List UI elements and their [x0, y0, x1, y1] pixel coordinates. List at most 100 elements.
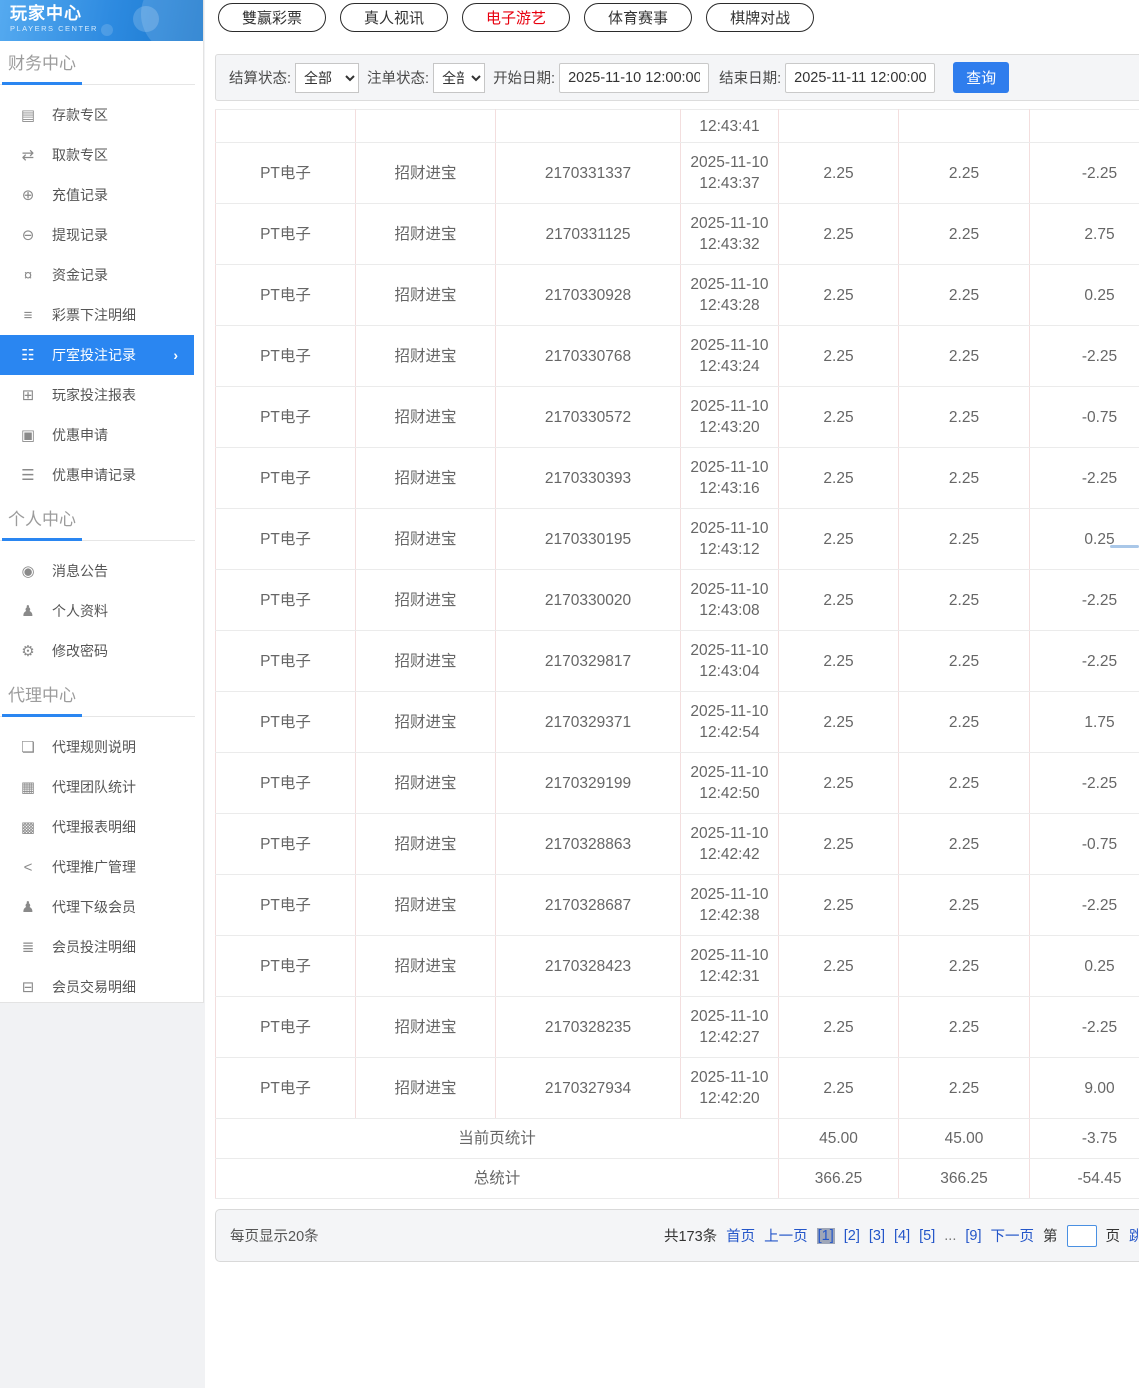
sidebar-item-list: ❏代理规则说明▦ 代理团队统计 ▩代理报表明细<代理推广管理♟代理下级会员≣ 会员投注… — [0, 717, 203, 1009]
pagination-page-link[interactable]: [9] — [965, 1228, 981, 1244]
cell-profit: -2.25 — [1030, 143, 1139, 204]
time-date: 2025-11-10 — [681, 213, 778, 234]
cell-game-type: PT电子 — [216, 997, 356, 1058]
pagination-page-link[interactable]: [5] — [919, 1228, 935, 1244]
cell-bet: 2.25 — [779, 814, 899, 875]
cell-bet: 2.25 — [779, 753, 899, 814]
sidebar-item-profile-person[interactable]: ♟个人资料 — [0, 591, 203, 631]
pagination-jump-prefix: 第 — [1043, 1225, 1058, 1246]
order-status-select[interactable]: 全部 — [433, 63, 485, 93]
cell-order-no: 2170330393 — [496, 448, 681, 509]
sidebar-item-promo-apply[interactable]: ▣优惠申请 — [0, 415, 203, 455]
sidebar-item-label: 会员交易明细 — [52, 979, 136, 995]
sidebar-item-deposit-card[interactable]: ▤存款专区 — [0, 95, 203, 135]
tab-真人视讯[interactable]: 真人视讯 — [340, 3, 448, 32]
page-jump-button[interactable]: 跳转 — [1129, 1225, 1139, 1246]
cell-valid-bet: 2.25 — [899, 814, 1030, 875]
deposit-card-icon: ▤ — [20, 96, 36, 136]
sidebar-item-withdraw-hand[interactable]: ⇄取款专区 — [0, 135, 203, 175]
pagination-nav-link[interactable]: 首页 — [726, 1225, 755, 1246]
sidebar-item-member-trade-detail[interactable]: ⊟会员交易明细 — [0, 967, 203, 1007]
sidebar-item-report-detail[interactable]: ▩代理报表明细 — [0, 807, 203, 847]
team-stats-icon: ▦ — [20, 768, 36, 808]
sidebar-item-label: 代理团队统计 — [52, 779, 136, 795]
sidebar-item-list: ◉消息公告♟个人资料⚙修改密码 — [0, 541, 203, 673]
time-date: 2025-11-10 — [681, 823, 778, 844]
cell-game-name: 招财进宝 — [356, 265, 496, 326]
pagination-page-link[interactable]: [3] — [869, 1228, 885, 1244]
sidebar-item-lottery-bet-detail[interactable]: ≡彩票下注明细 — [0, 295, 203, 335]
cell-game-name: 招财进宝 — [356, 875, 496, 936]
settle-status-select[interactable]: 全部 — [295, 63, 359, 93]
cell-game-name: 招财进宝 — [356, 997, 496, 1058]
sidebar-item-team-stats[interactable]: ▦ 代理团队统计 — [0, 767, 203, 807]
sidebar-item-share[interactable]: <代理推广管理 — [0, 847, 203, 887]
order-status-label: 注单状态: — [367, 67, 429, 88]
sidebar-item-recharge-record[interactable]: ⊕充值记录 — [0, 175, 203, 215]
time-date: 2025-11-10 — [681, 1006, 778, 1027]
cell-valid-bet: 2.25 — [899, 265, 1030, 326]
cell-game-name: 招财进宝 — [356, 326, 496, 387]
start-date-input[interactable] — [559, 63, 709, 93]
cell-valid-bet: 2.25 — [899, 631, 1030, 692]
cell-time: 2025-11-1012:43:08 — [681, 570, 779, 631]
sidebar-item-label: 会员投注明细 — [52, 939, 136, 955]
sidebar-item-funds-record[interactable]: ¤资金记录 — [0, 255, 203, 295]
cell-profit: 9.00 — [1030, 1058, 1139, 1119]
cell-profit: 2.75 — [1030, 204, 1139, 265]
pagination-page-link[interactable]: [2] — [844, 1228, 860, 1244]
sidebar-section-underline — [0, 82, 195, 85]
sidebar-item-document[interactable]: ❏代理规则说明 — [0, 727, 203, 767]
tab-棋牌对战[interactable]: 棋牌对战 — [706, 3, 814, 32]
query-button[interactable]: 查询 — [953, 62, 1009, 93]
cell-bet: 2.25 — [779, 509, 899, 570]
cell-game-type: PT电子 — [216, 265, 356, 326]
cell-game-type: PT电子 — [216, 631, 356, 692]
cell-valid-bet: 2.25 — [899, 753, 1030, 814]
sidebar-item-withdrawal-record[interactable]: ⊖提现记录 — [0, 215, 203, 255]
cell-profit: -2.25 — [1030, 875, 1139, 936]
sidebar-item-player-bet-report[interactable]: ⊞玩家投注报表 — [0, 375, 203, 415]
horizontal-scrollbar-thumb[interactable] — [1110, 545, 1139, 548]
game-category-tabbar: 雙赢彩票真人视讯电子游艺体育赛事棋牌对战 — [205, 0, 1139, 38]
pagination-page-current[interactable]: [1] — [817, 1228, 835, 1244]
tab-电子游艺[interactable]: 电子游艺 — [462, 3, 570, 32]
tab-雙赢彩票[interactable]: 雙赢彩票 — [218, 3, 326, 32]
table-row: PT电子招财进宝21703286872025-11-1012:42:382.25… — [216, 875, 1139, 936]
cell-game-name: 招财进宝 — [356, 448, 496, 509]
pagination-nav-link[interactable]: 上一页 — [764, 1225, 808, 1246]
table-row: PT电子招财进宝21703293712025-11-1012:42:542.25… — [216, 692, 1139, 753]
main-content: 雙赢彩票真人视讯电子游艺体育赛事棋牌对战 结算状态: 全部 注单状态: 全部 开… — [205, 0, 1139, 1388]
time-clock: 12:43:24 — [681, 356, 778, 377]
table-row: PT电子招财进宝21703282352025-11-1012:42:272.25… — [216, 997, 1139, 1058]
sidebar-item-bell[interactable]: ◉消息公告 — [0, 551, 203, 591]
cell-order-no: 2170328687 — [496, 875, 681, 936]
cell-profit: -2.25 — [1030, 570, 1139, 631]
pagination-nav-link[interactable]: 下一页 — [991, 1225, 1035, 1246]
pagination-page-link[interactable]: [4] — [894, 1228, 910, 1244]
cell-game-type: PT电子 — [216, 570, 356, 631]
cell-order-no: 2170330768 — [496, 326, 681, 387]
time-clock: 12:43:28 — [681, 295, 778, 316]
cell-order-no: 2170327934 — [496, 1058, 681, 1119]
sidebar-item-members[interactable]: ♟代理下级会员 — [0, 887, 203, 927]
player-bet-report-icon: ⊞ — [20, 376, 36, 416]
summary-profit: -3.75 — [1030, 1119, 1139, 1159]
sidebar-item-hall-bet-record[interactable]: ☷厅室投注记录› — [0, 335, 194, 375]
cell-game-type: PT电子 — [216, 387, 356, 448]
sidebar-item-member-bet-detail[interactable]: ≣ 会员投注明细 — [0, 927, 203, 967]
cell-time: 2025-11-1012:43:20 — [681, 387, 779, 448]
tab-体育赛事[interactable]: 体育赛事 — [584, 3, 692, 32]
cell-order-no: 2170329371 — [496, 692, 681, 753]
cell-valid-bet: 2.25 — [899, 326, 1030, 387]
sidebar-item-gear[interactable]: ⚙修改密码 — [0, 631, 203, 671]
page-jump-input[interactable] — [1067, 1225, 1097, 1247]
summary-valid-bet: 366.25 — [899, 1159, 1030, 1199]
end-date-input[interactable] — [785, 63, 935, 93]
sidebar-item-label: 修改密码 — [52, 643, 108, 659]
cell-bet: 2.25 — [779, 387, 899, 448]
sidebar-item-promo-apply-record[interactable]: ☰优惠申请记录 — [0, 455, 203, 495]
member-bet-detail-icon: ≣ — [20, 928, 36, 968]
cell-profit: -0.75 — [1030, 387, 1139, 448]
cell-bet: 2.25 — [779, 631, 899, 692]
